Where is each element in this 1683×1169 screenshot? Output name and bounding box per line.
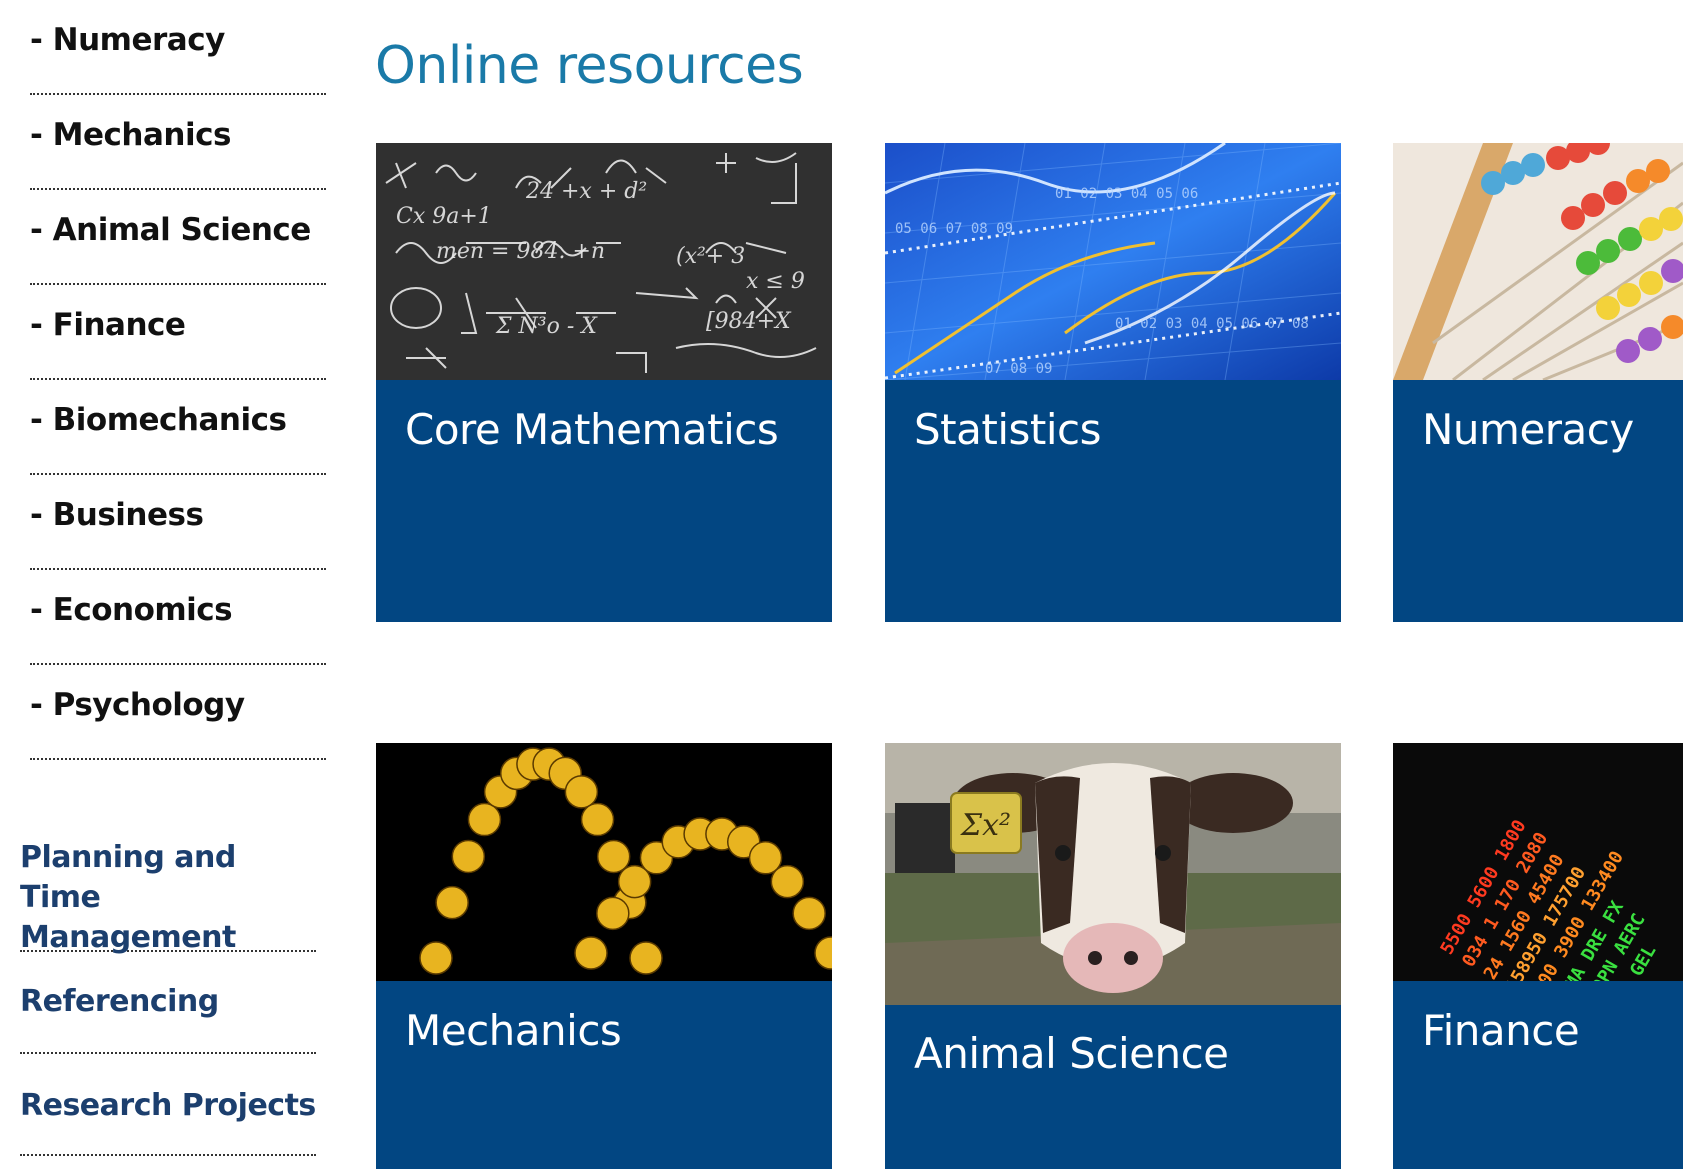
card-mechanics[interactable]: Mechanics xyxy=(376,743,832,1169)
card-label: Mechanics xyxy=(405,1006,622,1055)
ball-shape xyxy=(451,839,486,874)
blue-stock-chart-image: 05 06 07 08 09 01 02 03 04 05 06 01 02 0… xyxy=(885,143,1341,380)
sidebar-item-research-projects: Research Projects xyxy=(20,1054,316,1156)
card-core-mathematics[interactable]: Cx 9a+1 men = 984. +n 24 +x + d² (x²+ 3 … xyxy=(376,143,832,622)
sidebar-link-numeracy[interactable]: - Numeracy xyxy=(30,22,225,58)
ball-shape xyxy=(596,896,630,931)
sidebar-item-planning: Planning and Time Management xyxy=(20,760,316,955)
sidebar-item-mechanics: - Mechanics xyxy=(30,95,326,190)
bouncing-basketball-image xyxy=(376,743,832,981)
sidebar-item-referencing: Referencing xyxy=(20,952,316,1054)
ball-shape xyxy=(574,936,608,970)
svg-text:05 06 07 08 09: 05 06 07 08 09 xyxy=(895,221,1013,237)
ball-shape xyxy=(467,802,502,837)
card-numeracy[interactable]: Numeracy xyxy=(1393,143,1683,622)
svg-text:24 +x + d²: 24 +x + d² xyxy=(525,179,647,204)
sidebar-item-finance: - Finance xyxy=(30,285,326,380)
card-statistics[interactable]: 05 06 07 08 09 01 02 03 04 05 06 01 02 0… xyxy=(885,143,1341,622)
sidebar-item-economics: - Economics xyxy=(30,570,326,665)
sidebar-link-finance[interactable]: - Finance xyxy=(30,307,186,343)
card-label: Finance xyxy=(1422,1006,1580,1055)
page-title: Online resources xyxy=(375,36,804,96)
sidebar-link-planning[interactable]: Planning and Time Management xyxy=(20,838,310,958)
sidebar-item-business: - Business xyxy=(30,475,326,570)
card-label: Core Mathematics xyxy=(405,405,779,454)
card-animal-science[interactable]: Σx² Animal Science xyxy=(885,743,1341,1169)
svg-text:[984+X: [984+X xyxy=(706,309,792,334)
card-label: Numeracy xyxy=(1422,405,1634,454)
ball-shape xyxy=(564,775,599,809)
ball-shape xyxy=(580,802,615,837)
sidebar-link-mechanics[interactable]: - Mechanics xyxy=(30,117,231,153)
ball-shape xyxy=(435,885,469,920)
sidebar-item-numeracy: - Numeracy xyxy=(30,0,326,95)
sidebar-link-research-projects[interactable]: Research Projects xyxy=(20,1086,316,1126)
sidebar-link-economics[interactable]: - Economics xyxy=(30,592,233,628)
abacus-image xyxy=(1393,143,1683,380)
svg-text:Cx 9a+1: Cx 9a+1 xyxy=(396,204,492,229)
stock-ticker-board-image: 5500 5600 1800 034 1 170 2080 24 1560 45… xyxy=(1393,743,1683,981)
card-label: Animal Science xyxy=(914,1029,1229,1078)
svg-text:Σ N³o - X: Σ N³o - X xyxy=(495,314,598,339)
ball-shape xyxy=(596,839,631,874)
calf-with-ear-tag-image: Σx² xyxy=(885,743,1341,1005)
ball-shape xyxy=(629,941,663,975)
svg-text:men = 984. +n: men = 984. +n xyxy=(436,239,605,264)
ball-shape xyxy=(770,864,805,899)
ear-tag-text: Σx² xyxy=(960,808,1011,843)
card-finance[interactable]: 5500 5600 1800 034 1 170 2080 24 1560 45… xyxy=(1393,743,1683,1169)
ball-shape xyxy=(419,941,453,975)
sidebar-link-animal-science[interactable]: - Animal Science xyxy=(30,212,311,248)
svg-text:x ≤ 9: x ≤ 9 xyxy=(746,269,805,294)
sidebar-link-business[interactable]: - Business xyxy=(30,497,204,533)
chalkboard-equations-image: Cx 9a+1 men = 984. +n 24 +x + d² (x²+ 3 … xyxy=(376,143,832,380)
sidebar-item-biomechanics: - Biomechanics xyxy=(30,380,326,475)
sidebar-item-psychology: - Psychology xyxy=(30,665,326,760)
sidebar-link-biomechanics[interactable]: - Biomechanics xyxy=(30,402,287,438)
sidebar-link-psychology[interactable]: - Psychology xyxy=(30,687,245,723)
svg-text:(x²+ 3: (x²+ 3 xyxy=(676,244,745,269)
ball-shape xyxy=(792,896,826,931)
svg-text:07 08 09: 07 08 09 xyxy=(985,361,1052,377)
sidebar-link-referencing[interactable]: Referencing xyxy=(20,982,219,1022)
card-label: Statistics xyxy=(914,405,1102,454)
svg-text:01 02 03 04 05 06 07 08: 01 02 03 04 05 06 07 08 xyxy=(1115,316,1309,332)
sidebar-item-animal-science: - Animal Science xyxy=(30,190,326,285)
svg-text:01 02 03 04 05 06: 01 02 03 04 05 06 xyxy=(1055,186,1198,202)
